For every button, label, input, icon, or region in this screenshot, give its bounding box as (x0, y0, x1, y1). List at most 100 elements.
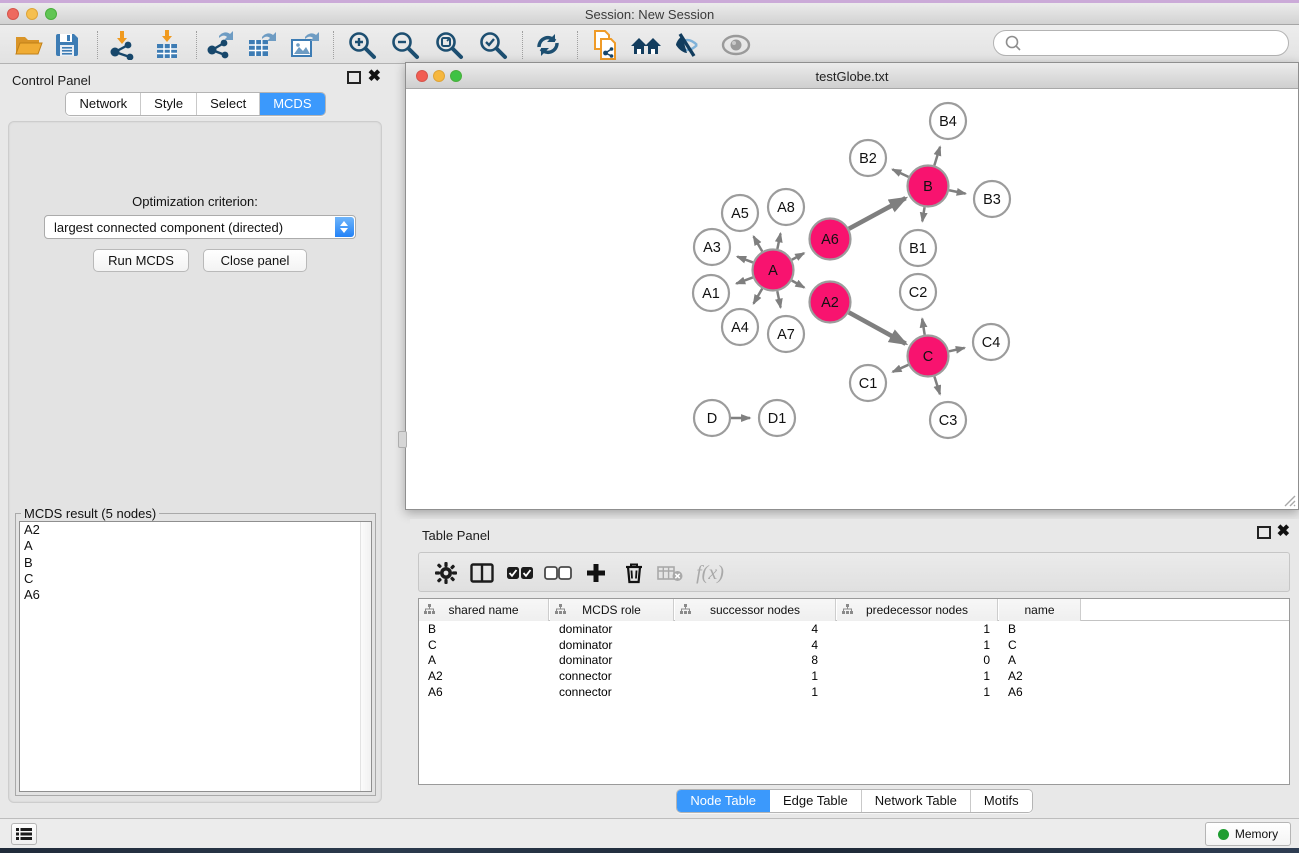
resize-grip-icon[interactable] (1282, 493, 1296, 507)
table-cell[interactable]: A6 (999, 685, 1081, 701)
tab-node-table[interactable]: Node Table (677, 790, 770, 812)
graph-edge-A-A8[interactable] (777, 233, 780, 249)
zoom-in-icon[interactable] (343, 30, 381, 60)
graph-edge-A-A2[interactable] (792, 281, 805, 288)
tab-select[interactable]: Select (197, 93, 260, 115)
graph-edge-A-A7[interactable] (777, 291, 780, 307)
graph-edge-A-A6[interactable] (792, 253, 804, 260)
graph-edge-B-B2[interactable] (892, 169, 908, 176)
graph-edge-B-B4[interactable] (934, 147, 940, 166)
graph-edge-C-C3[interactable] (934, 377, 940, 395)
table-cell[interactable]: A (419, 653, 549, 669)
table-cell[interactable]: A (999, 653, 1081, 669)
show-details-icon[interactable] (717, 30, 755, 60)
graph-edge-C-C2[interactable] (922, 319, 925, 335)
mcds-result-item[interactable]: A2 (20, 522, 371, 538)
tab-motifs[interactable]: Motifs (971, 790, 1032, 812)
select-all-columns-icon[interactable] (503, 558, 537, 588)
mcds-result-item[interactable]: A6 (20, 587, 371, 603)
deselect-all-columns-icon[interactable] (541, 558, 575, 588)
table-cell[interactable]: connector (550, 669, 674, 685)
zoom-out-icon[interactable] (386, 30, 424, 60)
function-builder-icon[interactable]: f(x) (693, 558, 727, 588)
clone-network-icon[interactable] (586, 30, 624, 60)
run-mcds-button[interactable]: Run MCDS (93, 249, 189, 272)
graph-edge-A6-B[interactable] (849, 198, 906, 229)
table-cell[interactable]: B (999, 622, 1081, 638)
table-row[interactable]: A6connector11A6 (419, 685, 1289, 701)
tab-mcds[interactable]: MCDS (260, 93, 324, 115)
table-layout-icon[interactable] (465, 558, 499, 588)
search-box[interactable] (993, 30, 1289, 56)
memory-button[interactable]: Memory (1205, 822, 1291, 846)
import-network-icon[interactable] (103, 30, 141, 60)
tab-network-table[interactable]: Network Table (862, 790, 971, 812)
export-network-icon[interactable] (201, 30, 239, 60)
graph-edge-A-A1[interactable] (736, 277, 753, 283)
graph-edge-A-A4[interactable] (754, 289, 763, 304)
table-cell[interactable]: dominator (550, 653, 674, 669)
close-panel-button[interactable]: Close panel (203, 249, 307, 272)
graph-edge-A-A5[interactable] (754, 236, 763, 251)
table-cell[interactable]: 8 (675, 653, 836, 669)
table-settings-icon[interactable] (429, 558, 463, 588)
tab-style[interactable]: Style (141, 93, 197, 115)
mcds-result-item[interactable]: B (20, 555, 371, 571)
table-cell[interactable]: dominator (550, 622, 674, 638)
column-header[interactable]: successor nodes (675, 599, 836, 621)
mcds-result-item[interactable]: A (20, 538, 371, 554)
table-cell[interactable]: A2 (419, 669, 549, 685)
table-cell[interactable]: B (419, 622, 549, 638)
result-scrollbar[interactable] (360, 522, 371, 791)
tab-edge-table[interactable]: Edge Table (770, 790, 862, 812)
zoom-selected-icon[interactable] (474, 30, 512, 60)
graph-edge-B-B3[interactable] (949, 190, 965, 193)
table-cell[interactable]: 1 (837, 622, 998, 638)
float-table-panel-icon[interactable] (1257, 526, 1271, 539)
open-file-icon[interactable] (10, 30, 48, 60)
table-row[interactable]: Adominator80A (419, 653, 1289, 669)
table-cell[interactable]: dominator (550, 638, 674, 654)
column-header[interactable]: name (999, 599, 1081, 621)
table-cell[interactable]: 4 (675, 622, 836, 638)
apply-layout-icon[interactable] (529, 30, 567, 60)
graph-edge-A-A3[interactable] (737, 257, 753, 263)
table-cell[interactable]: 0 (837, 653, 998, 669)
table-cell[interactable]: 1 (837, 638, 998, 654)
network-graph[interactable]: B4B2BB3A5A8A6A3B1AA1C2A2A4A7C4CC1C3DD1 (407, 89, 1297, 509)
table-cell[interactable]: 1 (675, 685, 836, 701)
graph-edge-A2-C[interactable] (849, 312, 906, 343)
mcds-result-item[interactable]: C (20, 571, 371, 587)
table-row[interactable]: Bdominator41B (419, 622, 1289, 638)
hide-details-icon[interactable] (671, 30, 709, 60)
graph-edge-C-C4[interactable] (949, 348, 965, 351)
graph-edge-C-C1[interactable] (893, 365, 909, 372)
column-header[interactable]: predecessor nodes (837, 599, 998, 621)
table-cell[interactable]: C (999, 638, 1081, 654)
task-history-button[interactable] (11, 823, 37, 845)
network-window-titlebar[interactable]: testGlobe.txt (406, 63, 1298, 89)
splitter-handle[interactable] (398, 431, 407, 448)
mcds-result-list[interactable]: A2ABCA6 (19, 521, 372, 792)
import-table-icon[interactable] (148, 30, 186, 60)
table-cell[interactable]: 1 (675, 669, 836, 685)
graph-edge-B-B1[interactable] (922, 207, 924, 221)
table-cell[interactable]: A2 (999, 669, 1081, 685)
table-cell[interactable]: 4 (675, 638, 836, 654)
table-cell[interactable]: 1 (837, 685, 998, 701)
delete-table-icon[interactable] (653, 558, 687, 588)
criterion-select[interactable]: largest connected component (directed) (44, 215, 356, 239)
column-header[interactable]: shared name (419, 599, 549, 621)
zoom-fit-icon[interactable] (430, 30, 468, 60)
export-image-icon[interactable] (286, 30, 324, 60)
close-table-panel-icon[interactable]: ✖ (1277, 522, 1290, 542)
table-row[interactable]: A2connector11A2 (419, 669, 1289, 685)
show-all-networks-icon[interactable] (628, 30, 666, 60)
network-view-window[interactable]: testGlobe.txt B4B2BB3A5A8A6A3B1AA1C2A2A4… (405, 62, 1299, 510)
tab-network[interactable]: Network (66, 93, 141, 115)
float-panel-icon[interactable] (347, 71, 361, 84)
column-header[interactable]: MCDS role (550, 599, 674, 621)
delete-column-icon[interactable] (617, 558, 651, 588)
close-panel-icon[interactable]: ✖ (368, 67, 381, 87)
table-cell[interactable]: C (419, 638, 549, 654)
